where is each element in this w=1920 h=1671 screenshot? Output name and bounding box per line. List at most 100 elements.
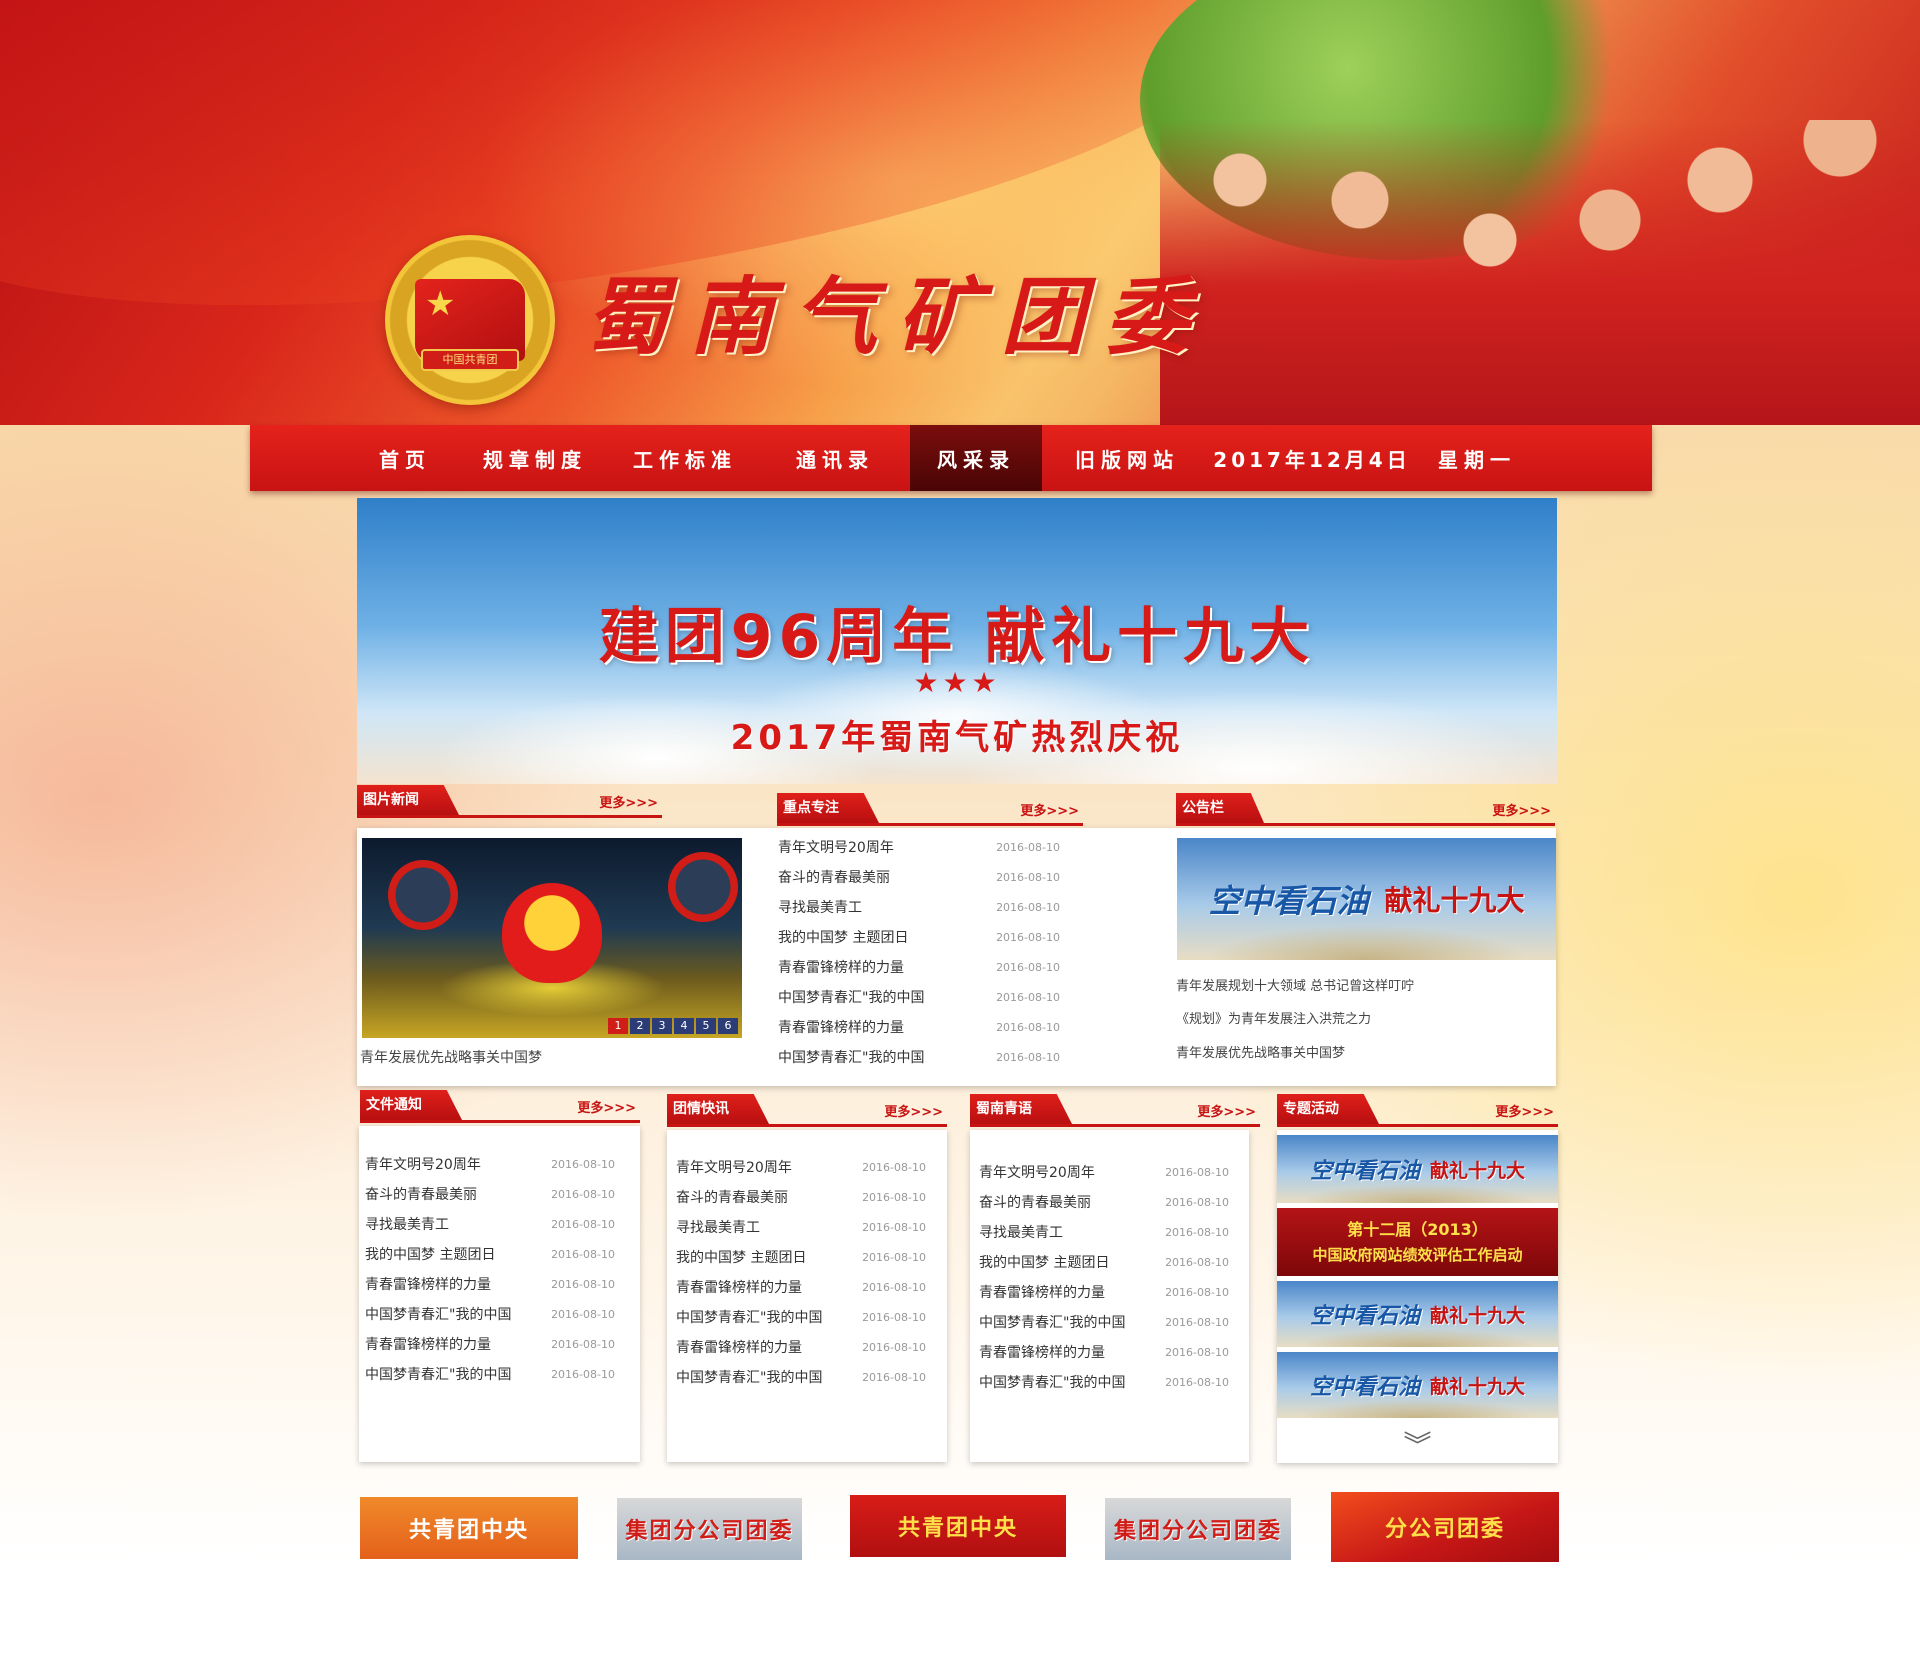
pager-5[interactable]: 5 (696, 1018, 716, 1034)
section-header-focus: 重点专注 更多>>> (777, 793, 1083, 826)
ad-line-2: 中国政府网站绩效评估工作启动 (1312, 1246, 1523, 1264)
list-item[interactable]: 中国梦青春汇"我的中国 2016-08-10 (778, 1043, 1060, 1073)
list-item[interactable]: 我的中国梦 主题团日 2016-08-10 (365, 1240, 615, 1270)
star-icon: ★ (425, 284, 456, 324)
list-item[interactable]: 奋斗的青春最美丽 2016-08-10 (676, 1183, 926, 1213)
banner-text-1: 空中看石油 (1309, 1159, 1420, 1184)
section-header-league-news: 团情快讯 更多>>> (667, 1094, 947, 1127)
banner-text-2: 献礼十九大 (1430, 1159, 1526, 1182)
section-header-picture-news: 图片新闻 更多>>> (357, 785, 662, 818)
picture-news-caption[interactable]: 青年发展优先战略事关中国梦 (360, 1047, 542, 1067)
ad-line-1: 第十二届（2013） (1347, 1220, 1488, 1239)
link-branch-committee[interactable]: 分公司团委 (1331, 1492, 1559, 1562)
more-link[interactable]: 更多>>> (599, 792, 658, 811)
more-link[interactable]: 更多>>> (1197, 1101, 1256, 1120)
banner-text-1: 空中看石油 (1309, 1304, 1420, 1329)
banner-main-text: 建团96周年 献礼十九大 (598, 602, 1316, 672)
league-emblem-logo[interactable]: ★ 中国共青团 (385, 235, 555, 405)
nav-item-old-site[interactable]: 旧版网站 (1042, 425, 1212, 491)
list-item[interactable]: 青春雷锋榜样的力量 2016-08-10 (778, 953, 1060, 983)
main-nav: 首页 规章制度 工作标准 通讯录 风采录 旧版网站 2017年12月4日 星期一 (250, 425, 1652, 491)
nav-item-home[interactable]: 首页 (350, 425, 460, 491)
list-item[interactable]: 青春雷锋榜样的力量 2016-08-10 (365, 1330, 615, 1360)
list-item[interactable]: 青春雷锋榜样的力量 2016-08-10 (979, 1338, 1229, 1368)
special-banner-2[interactable]: 空中看石油 献礼十九大 (1277, 1281, 1558, 1347)
list-item[interactable]: 奋斗的青春最美丽 2016-08-10 (365, 1180, 615, 1210)
banner-text-2: 献礼十九大 (1430, 1304, 1526, 1327)
notice-item[interactable]: 青年发展优先战略事关中国梦 (1176, 1042, 1345, 1061)
notice-image-banner[interactable]: 空中看石油 献礼十九大 (1177, 838, 1556, 960)
banner-text-1: 空中看石油 (1208, 882, 1369, 920)
more-link[interactable]: 更多>>> (1495, 1101, 1554, 1120)
list-item[interactable]: 寻找最美青工 2016-08-10 (365, 1210, 615, 1240)
nav-item-regulations[interactable]: 规章制度 (460, 425, 610, 491)
pager-2[interactable]: 2 (630, 1018, 650, 1034)
pager-3[interactable]: 3 (652, 1018, 672, 1034)
banner-text-2: 献礼十九大 (1384, 884, 1525, 917)
picture-news-photo[interactable]: 1 2 3 4 5 6 (362, 838, 742, 1038)
header-banner: ★ 中国共青团 蜀南气矿团委 (0, 0, 1920, 425)
more-link[interactable]: 更多>>> (577, 1097, 636, 1116)
nav-item-gallery[interactable]: 风采录 (910, 425, 1042, 491)
list-item[interactable]: 中国梦青春汇"我的中国 2016-08-10 (676, 1363, 926, 1393)
list-item[interactable]: 奋斗的青春最美丽 2016-08-10 (778, 863, 1060, 893)
shunan-youth-list: 青年文明号20周年 2016-08-10 奋斗的青春最美丽 2016-08-10 寻… (979, 1158, 1229, 1398)
list-item[interactable]: 青春雷锋榜样的力量 2016-08-10 (979, 1278, 1229, 1308)
pager-1[interactable]: 1 (608, 1018, 628, 1034)
list-item[interactable]: 青年文明号20周年 2016-08-10 (979, 1158, 1229, 1188)
section-header-special: 专题活动 更多>>> (1277, 1094, 1558, 1127)
section-header-shunan-youth: 蜀南青语 更多>>> (970, 1094, 1260, 1127)
league-news-list: 青年文明号20周年 2016-08-10 奋斗的青春最美丽 2016-08-10 寻… (676, 1153, 926, 1393)
link-league-central[interactable]: 共青团中央 (360, 1497, 578, 1559)
list-item[interactable]: 我的中国梦 主题团日 2016-08-10 (676, 1243, 926, 1273)
link-group-branch-committee-2[interactable]: 集团分公司团委 (1105, 1498, 1291, 1560)
list-item[interactable]: 中国梦青春汇"我的中国 2016-08-10 (676, 1303, 926, 1333)
list-item[interactable]: 青年文明号20周年 2016-08-10 (676, 1153, 926, 1183)
list-item[interactable]: 青春雷锋榜样的力量 2016-08-10 (676, 1273, 926, 1303)
list-item[interactable]: 我的中国梦 主题团日 2016-08-10 (979, 1248, 1229, 1278)
link-league-central-2[interactable]: 共青团中央 (850, 1495, 1066, 1557)
more-link[interactable]: 更多>>> (1020, 800, 1079, 819)
section-title: 文件通知 (360, 1090, 462, 1120)
more-link[interactable]: 更多>>> (1492, 800, 1551, 819)
pager-4[interactable]: 4 (674, 1018, 694, 1034)
pager-6[interactable]: 6 (718, 1018, 738, 1034)
list-item[interactable]: 中国梦青春汇"我的中国 2016-08-10 (778, 983, 1060, 1013)
list-item[interactable]: 寻找最美青工 2016-08-10 (676, 1213, 926, 1243)
list-item[interactable]: 青年文明号20周年 2016-08-10 (778, 833, 1060, 863)
special-panel: 空中看石油 献礼十九大 第十二届（2013） 中国政府网站绩效评估工作启动 空中… (1277, 1130, 1558, 1463)
section-title: 专题活动 (1277, 1094, 1379, 1124)
list-item[interactable]: 中国梦青春汇"我的中国 2016-08-10 (979, 1368, 1229, 1398)
list-item[interactable]: 寻找最美青工 2016-08-10 (778, 893, 1060, 923)
anniversary-banner[interactable]: 建团96周年 献礼十九大 ★★★ 2017年蜀南气矿热烈庆祝 (357, 498, 1557, 784)
list-item[interactable]: 中国梦青春汇"我的中国 2016-08-10 (365, 1360, 615, 1390)
special-banner-1[interactable]: 空中看石油 献礼十九大 (1277, 1135, 1558, 1203)
list-item[interactable]: 中国梦青春汇"我的中国 2016-08-10 (979, 1308, 1229, 1338)
special-banner-3[interactable]: 空中看石油 献礼十九大 (1277, 1352, 1558, 1418)
more-link[interactable]: 更多>>> (884, 1101, 943, 1120)
list-item[interactable]: 青春雷锋榜样的力量 2016-08-10 (676, 1333, 926, 1363)
list-item[interactable]: 奋斗的青春最美丽 2016-08-10 (979, 1188, 1229, 1218)
focus-list: 青年文明号20周年 2016-08-10 奋斗的青春最美丽 2016-08-10 寻… (778, 833, 1060, 1073)
link-group-branch-committee[interactable]: 集团分公司团委 (617, 1498, 802, 1560)
list-item[interactable]: 中国梦青春汇"我的中国 2016-08-10 (365, 1300, 615, 1330)
section-title: 图片新闻 (357, 785, 459, 815)
gov-website-evaluation-ad[interactable]: 第十二届（2013） 中国政府网站绩效评估工作启动 (1277, 1208, 1558, 1276)
notice-item[interactable]: 青年发展规划十大领域 总书记曾这样叮咛 (1176, 975, 1414, 994)
list-item[interactable]: 青春雷锋榜样的力量 2016-08-10 (365, 1270, 615, 1300)
list-item[interactable]: 我的中国梦 主题团日 2016-08-10 (778, 923, 1060, 953)
notice-item[interactable]: 《规划》为青年发展注入洪荒之力 (1176, 1008, 1371, 1027)
section-title: 蜀南青语 (970, 1094, 1072, 1124)
section-title: 重点专注 (777, 793, 879, 823)
emblem-ribbon-text: 中国共青团 (421, 349, 519, 371)
emblem-flag: ★ 中国共青团 (415, 279, 525, 371)
refinery-thumb-right (668, 852, 738, 922)
section-header-file-notice: 文件通知 更多>>> (360, 1090, 640, 1123)
nav-item-contacts[interactable]: 通讯录 (760, 425, 910, 491)
list-item[interactable]: 寻找最美青工 2016-08-10 (979, 1218, 1229, 1248)
nav-item-work-standards[interactable]: 工作标准 (610, 425, 760, 491)
list-item[interactable]: 青春雷锋榜样的力量 2016-08-10 (778, 1013, 1060, 1043)
slide-pager: 1 2 3 4 5 6 (608, 1018, 738, 1034)
list-item[interactable]: 青年文明号20周年 2016-08-10 (365, 1150, 615, 1180)
scroll-down-arrow-icon[interactable]: ︾ (1277, 1424, 1558, 1464)
